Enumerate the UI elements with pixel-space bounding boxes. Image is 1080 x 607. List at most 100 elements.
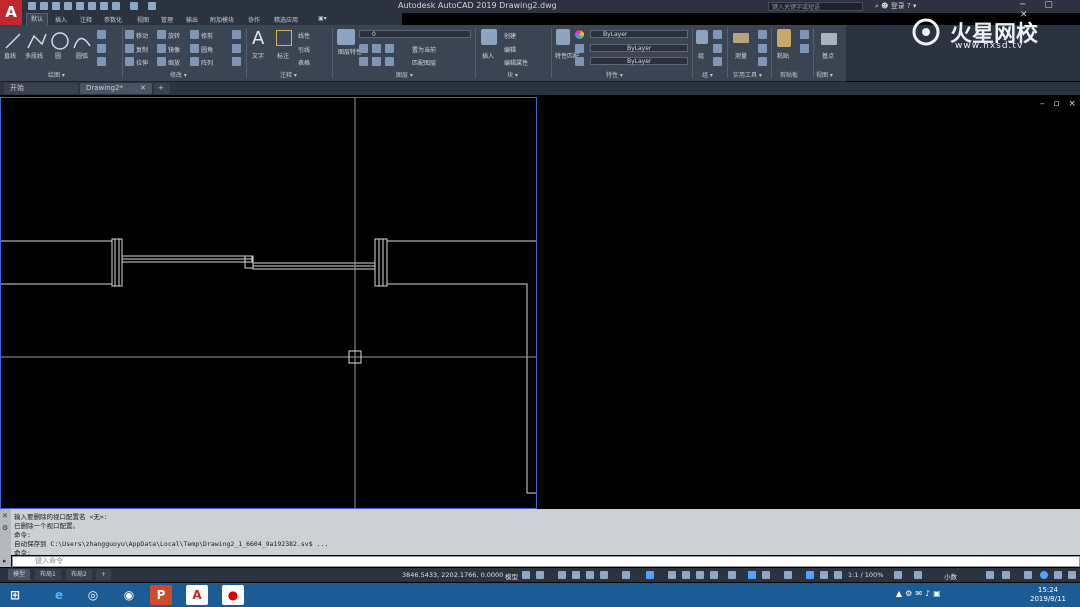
- right-viewport[interactable]: [540, 97, 1080, 509]
- rectangle-icon[interactable]: [97, 30, 106, 39]
- dynamic-input-icon[interactable]: [572, 571, 580, 579]
- table-button[interactable]: 表格: [298, 58, 310, 67]
- panel-label-modify[interactable]: 修改 ▾: [170, 70, 187, 79]
- mirror-button[interactable]: 镜像: [168, 45, 180, 54]
- graphics-performance-icon[interactable]: [1040, 571, 1048, 579]
- open-icon[interactable]: [40, 2, 48, 10]
- group-button[interactable]: 组: [698, 51, 704, 60]
- trim-button[interactable]: 修剪: [201, 31, 213, 40]
- linear-button[interactable]: 线性: [298, 31, 310, 40]
- dimension-button[interactable]: 标注: [277, 51, 289, 60]
- gradient-icon[interactable]: [97, 57, 106, 66]
- layer-dropdown[interactable]: 0: [359, 30, 471, 38]
- clock[interactable]: 15:24 2019/8/11: [1030, 586, 1066, 604]
- insert-button[interactable]: 插入: [482, 51, 494, 60]
- isometric-icon[interactable]: [622, 571, 630, 579]
- units-dropdown[interactable]: 小数: [944, 571, 957, 581]
- panel-label-utilities[interactable]: 实用工具 ▾: [733, 70, 762, 79]
- web-open-icon[interactable]: [76, 2, 84, 10]
- new-icon[interactable]: [28, 2, 36, 10]
- layer-walk-icon[interactable]: [385, 57, 394, 66]
- save-icon[interactable]: [52, 2, 60, 10]
- browser-icon[interactable]: ◉: [118, 585, 140, 605]
- base-view-button[interactable]: 基点: [822, 51, 834, 60]
- tab-start[interactable]: 开始: [4, 83, 78, 94]
- sign-in-link[interactable]: 登录: [891, 2, 905, 10]
- group-edit-icon[interactable]: [713, 44, 722, 53]
- tab-annotate[interactable]: 注释: [80, 15, 92, 24]
- customize-command-icon[interactable]: ⚙: [2, 524, 8, 532]
- recorder-icon[interactable]: ●: [222, 585, 244, 605]
- layer-off-icon[interactable]: [372, 44, 381, 53]
- offset-icon[interactable]: [232, 57, 241, 66]
- plot-icon[interactable]: [100, 2, 108, 10]
- grid-icon[interactable]: [522, 571, 530, 579]
- tab-view[interactable]: 视图: [137, 15, 149, 24]
- customization-icon[interactable]: [1068, 571, 1076, 579]
- layer-freeze-icon[interactable]: [359, 57, 368, 66]
- internet-explorer-icon[interactable]: e: [48, 585, 70, 605]
- cut-icon[interactable]: [800, 44, 809, 53]
- layer-isolate-icon[interactable]: [385, 44, 394, 53]
- annotation-scale-icon[interactable]: [834, 571, 842, 579]
- powerpoint-icon[interactable]: P: [150, 585, 172, 605]
- polar-icon[interactable]: [600, 571, 608, 579]
- explode-icon[interactable]: [232, 44, 241, 53]
- infer-constraints-icon[interactable]: [558, 571, 566, 579]
- tab-output[interactable]: 输出: [186, 15, 198, 24]
- gizmo-icon[interactable]: [784, 571, 792, 579]
- tab-collaborate[interactable]: 协作: [248, 15, 260, 24]
- application-menu-button[interactable]: A: [0, 0, 22, 25]
- tab-addins[interactable]: 附加模块: [210, 15, 234, 24]
- viewport-controls[interactable]: – ▫ ×: [1040, 99, 1079, 109]
- fillet-button[interactable]: 圆角: [201, 45, 213, 54]
- clean-screen-icon[interactable]: [1054, 571, 1062, 579]
- selection-filter-icon[interactable]: [762, 571, 770, 579]
- text-button[interactable]: 文字: [252, 51, 264, 60]
- create-block-button[interactable]: 创建: [504, 31, 516, 40]
- group-select-icon[interactable]: [713, 57, 722, 66]
- paste-button[interactable]: 粘贴: [777, 51, 789, 60]
- panel-label-block[interactable]: 块 ▾: [507, 70, 518, 79]
- layer-lock-icon[interactable]: [372, 57, 381, 66]
- color-dropdown[interactable]: ByLayer: [590, 30, 688, 38]
- match-layer-button[interactable]: 匹配图层: [412, 58, 436, 67]
- line-button[interactable]: 直线: [4, 51, 16, 60]
- media-player-icon[interactable]: ◎: [82, 585, 104, 605]
- lock-ui-icon[interactable]: [1002, 571, 1010, 579]
- dynamic-ucs-icon[interactable]: [748, 571, 756, 579]
- tab-featured-apps[interactable]: 精选应用: [274, 15, 298, 24]
- selection-cycling-icon[interactable]: [710, 571, 718, 579]
- copy-button[interactable]: 复制: [136, 45, 148, 54]
- undo-icon[interactable]: [112, 2, 120, 10]
- panel-label-properties[interactable]: 特性 ▾: [606, 70, 623, 79]
- select-all-icon[interactable]: [758, 44, 767, 53]
- scale-button[interactable]: 缩放: [168, 58, 180, 67]
- drawing-canvas[interactable]: [1, 98, 536, 508]
- ortho-icon[interactable]: [586, 571, 594, 579]
- polyline-button[interactable]: 多段线: [25, 51, 43, 60]
- linetype-dropdown[interactable]: ByLayer: [590, 44, 688, 52]
- erase-icon[interactable]: [232, 30, 241, 39]
- tab-parametric[interactable]: 参数化: [104, 15, 122, 24]
- edit-block-button[interactable]: 编辑: [504, 45, 516, 54]
- 3d-osnap-icon[interactable]: [728, 571, 736, 579]
- hatch-icon[interactable]: [97, 44, 106, 53]
- panel-label-draw[interactable]: 绘图 ▾: [48, 70, 65, 79]
- circle-button[interactable]: 圆: [55, 51, 61, 60]
- auto-scale-icon[interactable]: [820, 571, 828, 579]
- move-button[interactable]: 移动: [136, 31, 148, 40]
- workspace-gear-icon[interactable]: [894, 571, 902, 579]
- command-input[interactable]: 键入命令: [12, 556, 1080, 567]
- annotation-monitor-icon[interactable]: [914, 571, 922, 579]
- layer-state-icon[interactable]: [359, 44, 368, 53]
- set-current-button[interactable]: 置为当前: [412, 45, 436, 54]
- quick-properties-icon[interactable]: [986, 571, 994, 579]
- tab-insert[interactable]: 插入: [55, 15, 67, 24]
- close-tab-icon[interactable]: ✕: [140, 84, 146, 92]
- add-layout-button[interactable]: +: [96, 569, 112, 580]
- autocad-taskbar-icon[interactable]: A: [186, 585, 208, 605]
- quick-calc-icon[interactable]: [758, 30, 767, 39]
- panel-label-groups[interactable]: 组 ▾: [702, 70, 713, 79]
- redo-icon[interactable]: [130, 2, 138, 10]
